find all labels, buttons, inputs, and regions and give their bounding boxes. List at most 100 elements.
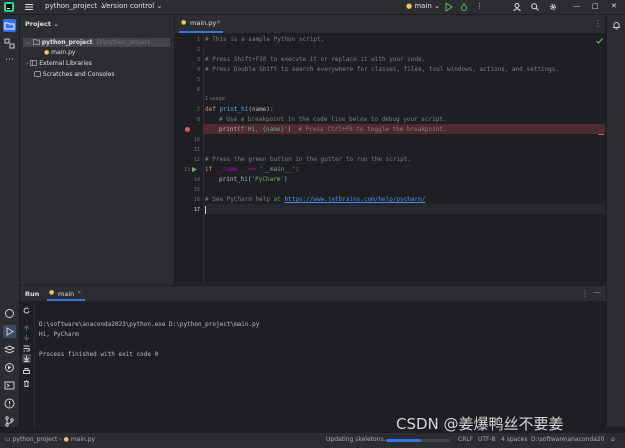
text-caret xyxy=(205,206,206,214)
services-tool-button[interactable] xyxy=(3,361,16,374)
editor-area[interactable]: 1 2 3 4 5 6 7 8 10 11 12 13 14 15 16 17 … xyxy=(175,15,605,285)
project-tool-button[interactable] xyxy=(3,19,16,32)
close-tab-icon[interactable]: ✕ xyxy=(216,19,221,26)
comment: # Press Ctrl+F8 to toggle the breakpoint… xyxy=(298,126,447,133)
more-tools-button[interactable]: ⋯ xyxy=(3,55,16,68)
line-separator-widget[interactable]: CRLF xyxy=(458,436,473,443)
debug-icon[interactable] xyxy=(460,3,468,11)
python-file-icon: ● xyxy=(406,2,413,10)
close-icon[interactable]: ✕ xyxy=(611,2,617,10)
tree-item-project-root[interactable]: ⌄ python_project D:\python_project xyxy=(23,38,170,47)
line-number: 11 xyxy=(193,147,200,153)
chevron-right-icon: › xyxy=(26,60,29,67)
right-tool-stripe xyxy=(606,15,625,427)
left-tool-stripe: ⋯ xyxy=(0,15,20,427)
tree-item-label: python_project xyxy=(41,39,93,46)
services-icon xyxy=(5,363,14,372)
editor-tab-main-py[interactable]: ● main.py ✕ xyxy=(179,15,223,33)
problems-tool-button[interactable] xyxy=(3,397,16,410)
line-number: 10 xyxy=(193,137,200,143)
terminal-tool-button[interactable] xyxy=(3,379,16,392)
inlay-usage-hint[interactable]: 1 usage xyxy=(205,96,225,102)
folder-icon xyxy=(4,22,15,30)
console-line: Process finished with exit code 0 xyxy=(39,351,159,358)
scroll-to-end-icon xyxy=(23,355,30,362)
breadcrumb-folder-icon: ▭ xyxy=(5,436,11,443)
minimize-icon[interactable]: — xyxy=(573,2,580,10)
more-tabs-icon[interactable]: ⋮ xyxy=(594,19,602,28)
structure-tool-button[interactable] xyxy=(3,37,16,50)
help-link[interactable]: https://www.jetbrains.com/help/pycharm/ xyxy=(284,196,425,203)
scratches-icon xyxy=(34,71,41,77)
run-tool-button[interactable] xyxy=(3,325,16,338)
python-packages-button[interactable] xyxy=(3,307,16,320)
run-config-name: main xyxy=(414,2,432,10)
hide-panel-icon[interactable]: — xyxy=(593,288,601,297)
code-text: : xyxy=(295,166,299,173)
run-tab-main[interactable]: ● main ✕ xyxy=(47,286,85,301)
console-line: Hi, PyCharm xyxy=(39,331,79,338)
breadcrumb-file[interactable]: main.py xyxy=(71,436,95,443)
tree-item-scratches[interactable]: Scratches and Consoles xyxy=(20,70,174,79)
code-line: def print_hi(name): xyxy=(205,106,274,113)
comment: # Press Shift+F10 to execute it or repla… xyxy=(205,56,426,63)
project-switcher[interactable]: python_project ⌄ xyxy=(45,2,105,10)
editor-tab-bar: ● main.py ✕ ⋮ xyxy=(175,15,605,34)
print-icon[interactable] xyxy=(23,368,30,375)
breakpoint-marker-icon[interactable] xyxy=(185,127,190,132)
folder-icon xyxy=(32,39,40,45)
encoding-widget[interactable]: UTF-8 xyxy=(478,436,496,443)
rerun-icon[interactable] xyxy=(23,307,30,314)
gear-icon[interactable] xyxy=(549,3,557,11)
scroll-to-end-button[interactable] xyxy=(22,354,31,363)
search-icon[interactable] xyxy=(531,3,539,11)
more-actions-icon[interactable]: ⋮ xyxy=(476,2,483,10)
trash-icon[interactable] xyxy=(23,380,30,387)
project-panel-header[interactable]: Project ⌄ xyxy=(25,20,59,28)
run-toolbar xyxy=(20,302,35,428)
main-menu-icon[interactable] xyxy=(25,3,33,11)
close-tab-icon[interactable]: ✕ xyxy=(77,290,81,296)
indent-widget[interactable]: 4 spaces xyxy=(501,436,527,443)
git-tool-button[interactable] xyxy=(3,415,16,428)
line-number: 5 xyxy=(196,77,200,83)
string: '__main__' xyxy=(259,166,296,173)
breadcrumb: ▭ python_project › ● main.py xyxy=(5,436,95,443)
comment: # Use a breakpoint in the code line belo… xyxy=(219,116,447,123)
chevron-down-icon: ⌄ xyxy=(156,2,163,10)
structure-icon xyxy=(4,38,15,49)
run-icon xyxy=(6,327,14,336)
python-file-icon: ● xyxy=(181,19,187,26)
code-line: # Press Double Shift to search everywher… xyxy=(205,66,559,73)
run-panel-header: Run ● main ✕ ⋮ — xyxy=(20,286,606,301)
code-line: print(f'Hi, {name}') # Press Ctrl+F8 to … xyxy=(219,126,447,133)
run-config-selector[interactable]: ● main ⌄ xyxy=(406,2,440,10)
python-file-icon: ● xyxy=(44,49,50,56)
breadcrumb-project[interactable]: python_project xyxy=(13,436,58,443)
tree-item-main-py[interactable]: ● main.py xyxy=(20,48,174,57)
tree-item-external-libraries[interactable]: › External Libraries xyxy=(20,59,174,68)
line-number: 1 xyxy=(196,37,200,43)
run-tab-label: main xyxy=(58,290,75,298)
interpreter-widget[interactable]: D:\software\anaconda2023 xyxy=(531,436,604,443)
project-panel: Project ⌄ ⌄ python_project D:\python_pro… xyxy=(20,15,175,285)
soft-wrap-icon[interactable] xyxy=(23,345,30,352)
background-task-label[interactable]: Updating skeletons... xyxy=(326,436,389,443)
account-icon[interactable] xyxy=(513,3,521,11)
editor-tab-label: main.py xyxy=(190,19,217,27)
chevron-down-icon: ⌄ xyxy=(434,2,440,10)
run-gutter-icon[interactable] xyxy=(192,167,197,172)
progress-bar[interactable] xyxy=(386,439,450,442)
maximize-icon[interactable]: □ xyxy=(592,2,599,10)
notifications-icon[interactable] xyxy=(612,21,621,30)
python-run-icon: ● xyxy=(49,289,55,296)
line-number: 4 xyxy=(196,67,200,73)
code-text: __name__ == xyxy=(215,166,260,173)
lock-icon[interactable]: ⌂ xyxy=(611,436,615,443)
more-options-icon[interactable]: ⋮ xyxy=(581,289,589,298)
vcs-widget[interactable]: Version control ⌄ xyxy=(102,2,162,10)
layers-tool-button[interactable] xyxy=(3,343,16,356)
run-icon[interactable] xyxy=(445,3,453,11)
pycharm-logo-icon[interactable] xyxy=(4,2,14,12)
string: f'Hi, {name}' xyxy=(240,126,288,133)
